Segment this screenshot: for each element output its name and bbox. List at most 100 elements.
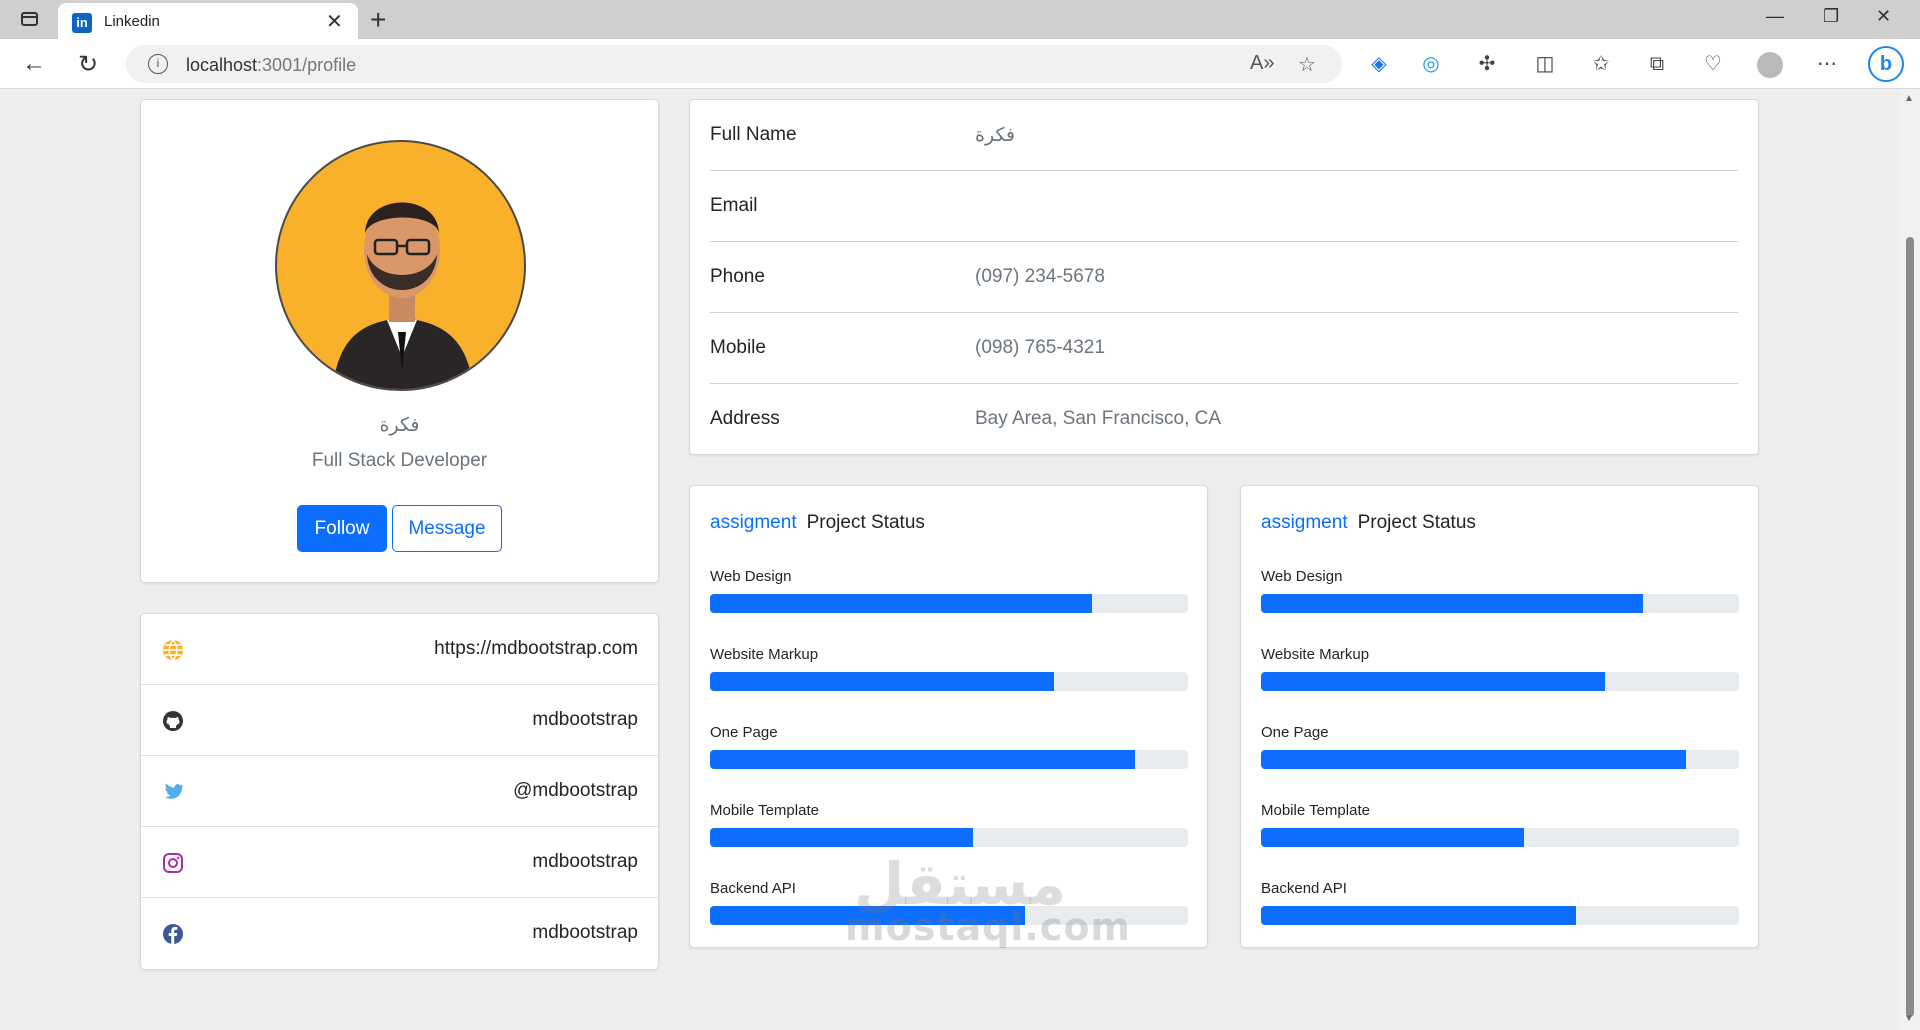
progress-label: Mobile Template [710,802,819,819]
instagram-icon [163,853,183,873]
profile-avatar-icon[interactable] [1757,52,1783,78]
browser-toolbar: ← ↻ i localhost:3001/profile A» ☆ ◈ ◎ ✣ … [0,39,1920,89]
status-heading: assigment Project Status [710,512,925,534]
twitter-icon [164,783,184,799]
progress-fill [710,828,973,847]
browser-tab-bar: in Linkedin ✕ + — ❐ ✕ [0,0,1920,39]
detail-label: Full Name [710,124,797,145]
favorites-icon[interactable]: ✩ [1588,51,1614,77]
detail-row-address: Address Bay Area, San Francisco, CA [710,384,1738,455]
bing-copilot-icon[interactable]: b [1868,46,1904,82]
scroll-up-icon[interactable]: ▲ [1904,93,1914,104]
progress-bar [1261,906,1739,925]
favorite-star-icon[interactable]: ☆ [1298,52,1316,77]
tab-linkedin[interactable]: in Linkedin ✕ [58,3,358,39]
link-row-twitter[interactable]: @mdbootstrap [141,756,658,827]
read-aloud-icon[interactable]: A» [1250,52,1274,75]
profile-details-card: Full Name فكرة Email Phone (097) 234-567… [689,99,1759,455]
progress-fill [710,750,1136,769]
link-row-instagram[interactable]: mdbootstrap [141,827,658,898]
scroll-down-icon[interactable]: ▼ [1904,1013,1914,1024]
link-row-github[interactable]: mdbootstrap [141,685,658,756]
more-menu-icon[interactable]: ⋯ [1814,51,1840,77]
extension-2-icon[interactable]: ◎ [1418,51,1444,77]
progress-bar [1261,594,1739,613]
progress-label: One Page [710,724,778,741]
link-text[interactable]: mdbootstrap [532,851,638,873]
progress-label: Web Design [710,568,792,585]
tab-close-icon[interactable]: ✕ [326,9,343,34]
refresh-icon[interactable]: ↻ [78,50,98,79]
url-path: :3001/profile [257,55,357,75]
address-bar[interactable]: i localhost:3001/profile A» ☆ [126,45,1342,83]
progress-label: Web Design [1261,568,1343,585]
detail-label: Mobile [710,337,766,358]
avatar-image [332,202,474,389]
progress-bar [710,750,1188,769]
facebook-icon [163,924,183,944]
status-heading: assigment Project Status [1261,512,1476,534]
back-icon[interactable]: ← [22,50,46,78]
split-screen-icon[interactable]: ◫ [1532,51,1558,77]
browser-essentials-icon[interactable]: ♡ [1700,51,1726,77]
progress-fill [1261,750,1687,769]
detail-value: فكرة [975,125,1016,146]
detail-row-email: Email [710,171,1738,242]
status-tag: assigment [1261,512,1348,533]
progress-bar [710,672,1188,691]
link-row-website[interactable]: https://mdbootstrap.com [141,614,658,685]
detail-label: Address [710,408,780,429]
progress-fill [1261,594,1644,613]
avatar [275,140,526,391]
link-text[interactable]: mdbootstrap [532,709,638,731]
tab-title: Linkedin [104,13,160,30]
detail-value: (097) 234-5678 [975,266,1105,287]
page-scrollbar[interactable]: ▲ ▼ [1900,89,1920,1030]
progress-label: Backend API [710,880,796,897]
detail-value: Bay Area, San Francisco, CA [975,408,1222,429]
minimize-icon[interactable]: — [1766,6,1784,27]
detail-row-full-name: Full Name فكرة [710,100,1738,171]
progress-label: Website Markup [710,646,819,663]
url-text: localhost:3001/profile [186,55,356,76]
progress-label: Backend API [1261,880,1347,897]
progress-bar [1261,828,1739,847]
progress-bar [1261,672,1739,691]
progress-label: Mobile Template [1261,802,1370,819]
progress-fill [1261,828,1524,847]
extensions-puzzle-icon[interactable]: ✣ [1474,51,1500,77]
progress-bar [710,828,1188,847]
link-text[interactable]: https://mdbootstrap.com [434,638,638,660]
url-host: localhost [186,55,258,75]
status-tag: assigment [710,512,797,533]
tab-actions-icon[interactable] [18,8,42,30]
extension-icon[interactable]: ◈ [1366,51,1392,77]
restore-icon[interactable]: ❐ [1823,6,1839,27]
progress-fill [710,594,1093,613]
github-icon [163,711,183,731]
window-close-icon[interactable]: ✕ [1876,6,1891,27]
profile-card: فكرة Full Stack Developer Follow Message [140,99,659,583]
link-row-facebook[interactable]: mdbootstrap [141,898,658,969]
site-info-icon[interactable]: i [148,54,168,74]
detail-row-mobile: Mobile (098) 765-4321 [710,313,1738,384]
project-status-card-2: assigment Project Status Web Design Websi… [1240,485,1759,948]
progress-bar [1261,750,1739,769]
detail-row-phone: Phone (097) 234-5678 [710,242,1738,313]
follow-button[interactable]: Follow [297,505,387,552]
link-text[interactable]: @mdbootstrap [513,780,638,802]
status-title: Project Status [1357,512,1476,533]
collections-icon[interactable]: ⧉ [1644,51,1670,77]
progress-fill [1261,906,1577,925]
new-tab-icon[interactable]: + [370,4,386,36]
watermark-text: mostaql.com [845,905,1132,949]
progress-label: One Page [1261,724,1329,741]
message-button[interactable]: Message [392,505,502,552]
scroll-thumb[interactable] [1906,237,1914,1017]
social-links-card: https://mdbootstrap.com mdbootstrap @mdb… [140,613,659,970]
profile-title: Full Stack Developer [311,450,488,471]
profile-name: فكرة [379,415,420,436]
status-title: Project Status [806,512,925,533]
link-text[interactable]: mdbootstrap [532,922,638,944]
detail-label: Phone [710,266,765,287]
